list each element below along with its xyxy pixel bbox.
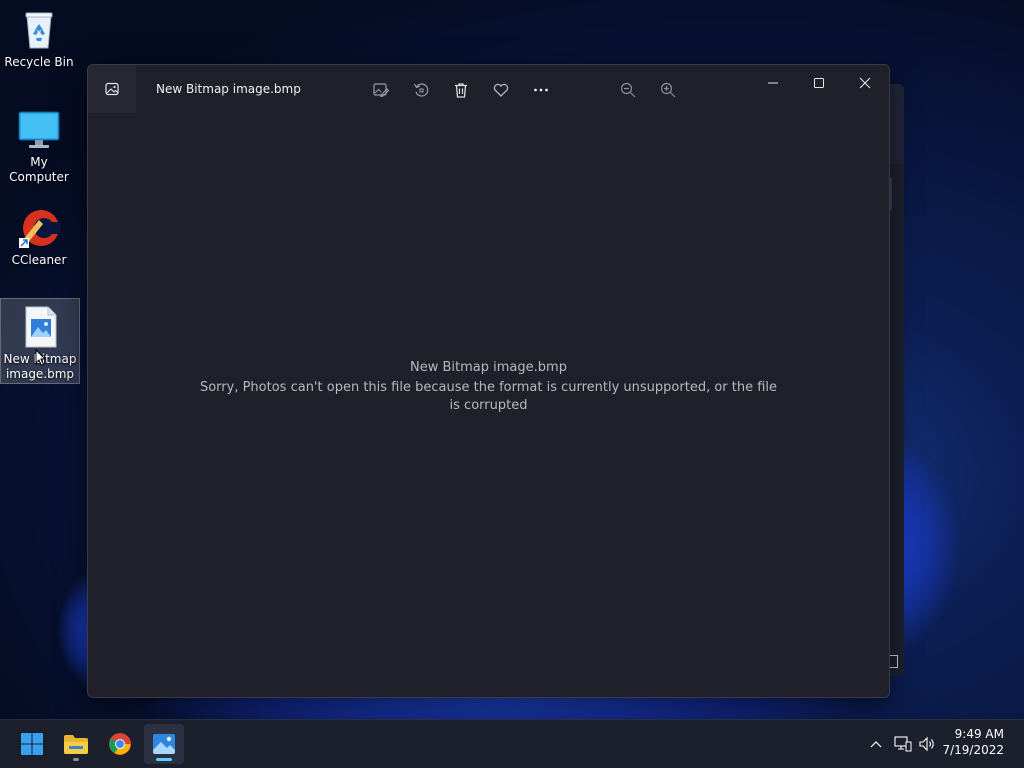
maximize-icon — [814, 78, 824, 88]
close-icon — [859, 77, 871, 89]
network-icon — [894, 736, 912, 752]
edit-image-button[interactable] — [368, 79, 394, 101]
zoom-in-button[interactable] — [655, 79, 681, 101]
show-hidden-icons-button[interactable] — [865, 734, 887, 754]
desktop-icon-ccleaner[interactable]: CCleaner — [0, 200, 78, 268]
desktop-icon-label: Recycle Bin — [4, 55, 74, 69]
zoom-in-icon — [660, 82, 676, 98]
desktop-icon-bitmap-file[interactable]: New Bitmap image.bmp — [0, 298, 80, 384]
more-options-button[interactable] — [528, 79, 554, 101]
taskbar-photos[interactable] — [144, 724, 184, 764]
photos-window: New Bitmap image.bmp New Bitmap image.bm… — [87, 64, 890, 698]
taskbar-chrome[interactable] — [100, 724, 140, 764]
desktop-icon-label: CCleaner — [11, 253, 67, 267]
desktop-icon-label: My Computer — [9, 155, 69, 184]
start-button[interactable] — [12, 724, 52, 764]
edit-image-icon — [373, 83, 390, 98]
close-button[interactable] — [845, 71, 885, 95]
windows-logo-icon — [21, 733, 43, 755]
chevron-up-icon — [870, 741, 882, 748]
clock-time: 9:49 AM — [954, 727, 1004, 741]
image-file-icon — [18, 305, 62, 349]
folder-icon — [64, 735, 88, 754]
chrome-icon — [109, 733, 131, 755]
minimize-icon — [768, 82, 778, 84]
photos-app-icon[interactable] — [88, 65, 136, 113]
rotate-button[interactable] — [408, 79, 434, 101]
rotate-icon — [413, 83, 429, 97]
minimize-button[interactable] — [753, 71, 793, 95]
zoom-out-button[interactable] — [615, 79, 641, 101]
speaker-icon — [919, 736, 934, 752]
more-options-icon — [534, 88, 548, 92]
desktop-icon-my-computer[interactable]: My Computer — [0, 102, 78, 185]
error-message: New Bitmap image.bmp Sorry, Photos can't… — [88, 359, 889, 415]
mouse-cursor-icon — [35, 349, 47, 367]
taskbar-clock[interactable]: 9:49 AM 7/19/2022 — [942, 726, 1004, 758]
error-description: Sorry, Photos can't open this file becau… — [199, 380, 778, 413]
title-bar[interactable]: New Bitmap image.bmp — [88, 65, 889, 115]
delete-button[interactable] — [448, 79, 474, 101]
monitor-icon — [17, 108, 61, 152]
ccleaner-icon — [17, 206, 61, 250]
delete-icon — [455, 83, 467, 98]
favorite-heart-icon — [493, 83, 509, 97]
error-file-name: New Bitmap image.bmp — [410, 360, 567, 375]
taskbar-file-explorer[interactable] — [56, 724, 96, 764]
volume-button[interactable] — [917, 734, 939, 754]
network-button[interactable] — [892, 734, 914, 754]
desktop-icon-recycle-bin[interactable]: Recycle Bin — [0, 2, 78, 70]
taskbar: 9:49 AM 7/19/2022 — [0, 719, 1024, 768]
window-title: New Bitmap image.bmp — [156, 82, 301, 96]
clock-date: 7/19/2022 — [942, 743, 1004, 757]
recycle-bin-icon — [17, 8, 61, 52]
favorite-button[interactable] — [488, 79, 514, 101]
maximize-button[interactable] — [799, 71, 839, 95]
photos-icon — [153, 734, 175, 754]
zoom-out-icon — [620, 82, 636, 98]
